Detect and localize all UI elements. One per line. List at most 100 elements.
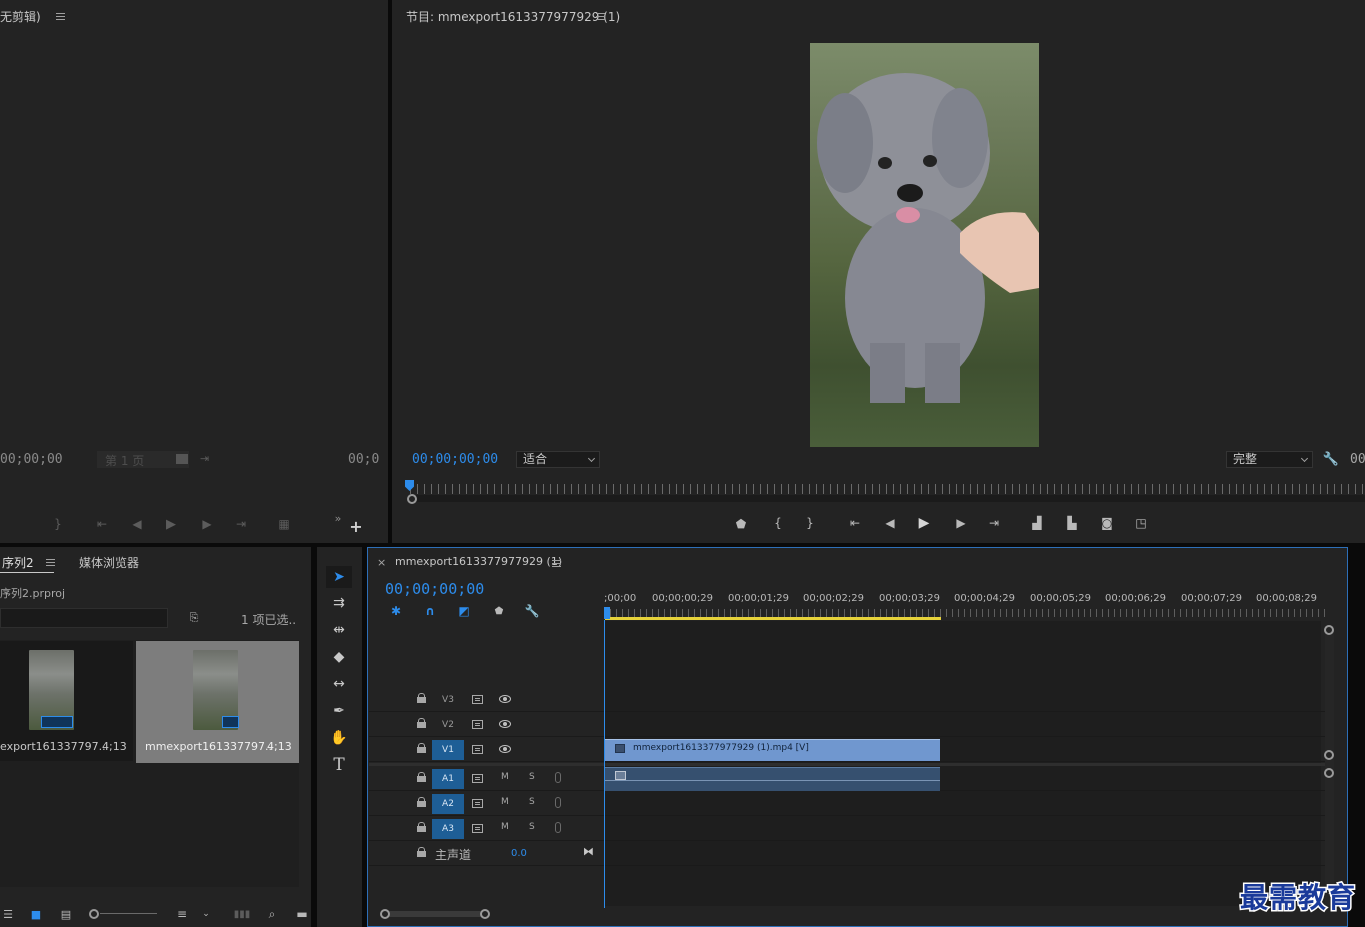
audio-clip[interactable]: [605, 767, 940, 791]
track-label-v2[interactable]: V2: [432, 715, 464, 735]
timeline-timecode[interactable]: 00;00;00;00: [385, 580, 484, 598]
lock-icon[interactable]: [417, 847, 426, 857]
selection-tool-icon[interactable]: ➤: [326, 566, 352, 588]
microphone-icon[interactable]: [555, 772, 561, 783]
sync-lock-icon[interactable]: [472, 745, 483, 754]
list-view-icon[interactable]: ☰: [0, 906, 16, 922]
timeline-menu-icon[interactable]: [552, 560, 561, 567]
add-button-icon[interactable]: +: [348, 517, 364, 536]
razor-tool-icon[interactable]: ◆: [326, 646, 352, 668]
timeline-sequence-name[interactable]: mmexport1613377977929 (1): [395, 555, 562, 568]
timeline-settings-icon[interactable]: 🔧: [524, 603, 540, 619]
mark-out-icon[interactable]: }: [50, 516, 66, 532]
timeline-playhead[interactable]: [604, 607, 610, 619]
find-icon[interactable]: ⌕: [264, 906, 280, 922]
page-next-icon[interactable]: ⇥: [200, 452, 209, 465]
zoom-slider-handle[interactable]: [89, 909, 99, 919]
mute-button[interactable]: M: [501, 822, 509, 832]
play-icon[interactable]: ▶: [163, 516, 179, 532]
insert-icon[interactable]: ▦: [276, 516, 292, 532]
lift-icon[interactable]: ▟: [1029, 515, 1045, 531]
step-back-icon[interactable]: ◀: [882, 515, 898, 531]
video-clip[interactable]: mmexport1613377977929 (1).mp4 [V]: [605, 739, 940, 761]
automate-icon[interactable]: ▮▮▮: [234, 906, 251, 922]
program-zoom-handle[interactable]: [407, 494, 417, 504]
icon-view-icon[interactable]: ■: [28, 906, 44, 922]
step-forward-icon[interactable]: ▶: [199, 516, 215, 532]
lock-icon[interactable]: [417, 772, 426, 782]
lock-icon[interactable]: [417, 693, 426, 703]
mark-in-icon[interactable]: {: [770, 515, 786, 531]
h-scroll-handle-left[interactable]: [380, 909, 390, 919]
comparison-view-icon[interactable]: ◳: [1133, 515, 1149, 531]
sync-lock-icon[interactable]: [472, 720, 483, 729]
program-timecode[interactable]: 00;00;00;00: [412, 452, 498, 467]
tab-media-browser[interactable]: 媒体浏览器: [79, 554, 139, 571]
hand-tool-icon[interactable]: ✋: [326, 727, 352, 749]
timeline-vertical-scrollbar[interactable]: [1325, 626, 1334, 906]
eye-icon[interactable]: [499, 745, 511, 753]
source-timecode-right[interactable]: 00;0: [348, 452, 379, 467]
new-bin-icon[interactable]: ▬: [294, 906, 310, 922]
lock-icon[interactable]: [417, 743, 426, 753]
add-marker-icon[interactable]: ⬟: [733, 516, 749, 532]
program-zoom-bar[interactable]: [410, 495, 1365, 502]
sync-lock-icon[interactable]: [472, 774, 483, 783]
add-marker-icon[interactable]: ⬟: [491, 603, 507, 619]
go-to-out-icon[interactable]: ⇥: [233, 516, 249, 532]
scroll-handle-top[interactable]: [1324, 625, 1334, 635]
microphone-icon[interactable]: [555, 822, 561, 833]
track-v3[interactable]: V3: [369, 688, 1326, 712]
step-back-icon[interactable]: ◀: [129, 516, 145, 532]
mark-out-icon[interactable]: }: [802, 515, 818, 531]
export-frame-icon[interactable]: ◙: [1099, 515, 1115, 531]
search-input[interactable]: [0, 608, 168, 628]
go-to-in-icon[interactable]: ⇤: [847, 515, 863, 531]
timeline-ruler[interactable]: ;00;00 00;00;00;29 00;00;01;29 00;00;02;…: [604, 590, 1326, 620]
chevron-down-icon[interactable]: ⌄: [198, 906, 214, 922]
work-area-bar[interactable]: [605, 617, 941, 620]
go-to-end-icon[interactable]: ⧓: [583, 845, 594, 858]
type-tool-icon[interactable]: T: [326, 754, 352, 776]
sync-lock-icon[interactable]: [472, 695, 483, 704]
ripple-edit-tool-icon[interactable]: ⇹: [326, 619, 352, 641]
timeline-horizontal-scrollbar[interactable]: [385, 911, 485, 917]
program-monitor-menu-icon[interactable]: [596, 13, 605, 20]
snap-icon[interactable]: ∩: [422, 603, 438, 619]
video-audio-divider[interactable]: [369, 763, 1326, 766]
zoom-slider-track[interactable]: [100, 913, 157, 914]
tab-project[interactable]: 序列2: [2, 554, 34, 571]
program-ruler[interactable]: [410, 484, 1365, 494]
h-scroll-handle-right[interactable]: [480, 909, 490, 919]
go-to-out-icon[interactable]: ⇥: [986, 515, 1002, 531]
master-volume-value[interactable]: 0.0: [511, 848, 527, 859]
project-menu-icon[interactable]: [46, 559, 55, 566]
project-item[interactable]: export161337797.. 4;13: [0, 641, 133, 761]
find-bin-icon[interactable]: ⎘: [186, 610, 202, 626]
pen-tool-icon[interactable]: ✒: [326, 700, 352, 722]
lock-icon[interactable]: [417, 822, 426, 832]
freeform-view-icon[interactable]: ▤: [58, 906, 74, 922]
solo-button[interactable]: S: [529, 772, 535, 782]
page-nav-icon[interactable]: [176, 454, 188, 464]
track-a3[interactable]: A3 M S: [369, 817, 1326, 841]
extract-icon[interactable]: ▙: [1064, 515, 1080, 531]
source-timecode-left[interactable]: 00;00;00: [0, 452, 63, 467]
solo-button[interactable]: S: [529, 822, 535, 832]
source-monitor-menu-icon[interactable]: [56, 13, 65, 20]
nest-toggle-icon[interactable]: ✱: [388, 603, 404, 619]
sync-lock-icon[interactable]: [472, 824, 483, 833]
solo-button[interactable]: S: [529, 797, 535, 807]
play-icon[interactable]: ▶: [916, 515, 932, 531]
sort-icon[interactable]: ≡: [174, 906, 190, 922]
lock-icon[interactable]: [417, 797, 426, 807]
track-label-a2[interactable]: A2: [432, 794, 464, 814]
track-label-a3[interactable]: A3: [432, 819, 464, 839]
program-monitor-title[interactable]: 节目: mmexport1613377977929 (1): [406, 8, 620, 25]
track-label-a1[interactable]: A1: [432, 769, 464, 789]
mute-button[interactable]: M: [501, 772, 509, 782]
track-master[interactable]: 主声道 0.0 ⧓: [369, 842, 1326, 866]
track-a2[interactable]: A2 M S: [369, 792, 1326, 816]
track-select-tool-icon[interactable]: ⇉: [326, 592, 352, 614]
project-item[interactable]: mmexport161337797.. 4;13: [136, 641, 299, 763]
